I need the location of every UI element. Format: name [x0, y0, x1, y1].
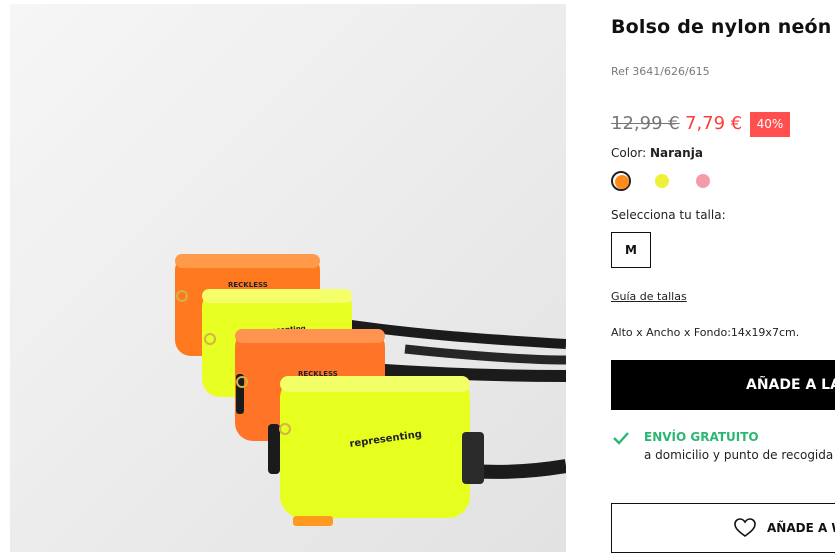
color-value: Naranja [650, 146, 703, 160]
product-title: Bolso de nylon neón [611, 16, 832, 38]
old-price: 12,99 € [611, 113, 680, 134]
size-button-m[interactable]: M [611, 232, 651, 268]
check-icon [613, 430, 629, 449]
bag-print: RECKLESS [228, 281, 268, 289]
heart-icon [734, 518, 756, 542]
product-image[interactable]: RECKLESS representing RECKLESS represent… [10, 4, 566, 552]
swatch-dot [655, 174, 669, 188]
discount-badge: 40% [750, 112, 790, 137]
color-swatch-yellow[interactable] [652, 171, 672, 191]
wishlist-label: AÑADE A W [767, 521, 835, 535]
size-label: Selecciona tu talla: [611, 208, 726, 222]
free-shipping-subtitle: a domicilio y punto de recogida [644, 448, 834, 462]
product-dimensions: Alto x Ancho x Fondo:14x19x7cm. [611, 326, 800, 339]
color-row: Color: Naranja [611, 146, 703, 160]
color-swatch-orange[interactable] [611, 171, 631, 191]
color-label: Color: [611, 146, 647, 160]
swatch-dot [615, 175, 629, 189]
add-to-cart-button[interactable]: AÑADE A LA [611, 360, 835, 410]
product-ref: Ref 3641/626/615 [611, 65, 710, 78]
color-swatch-pink[interactable] [693, 171, 713, 191]
add-to-wishlist-button[interactable]: AÑADE A W [611, 503, 835, 553]
product-details-panel: Bolso de nylon neón Ref 3641/626/615 12,… [611, 0, 835, 554]
size-guide-link[interactable]: Guía de tallas [611, 290, 687, 303]
sale-price: 7,79 € [685, 113, 743, 134]
product-photo-illustration: RECKLESS representing RECKLESS represent… [10, 4, 566, 552]
swatch-dot [696, 174, 710, 188]
free-shipping-title: ENVÍO GRATUITO [644, 430, 759, 444]
